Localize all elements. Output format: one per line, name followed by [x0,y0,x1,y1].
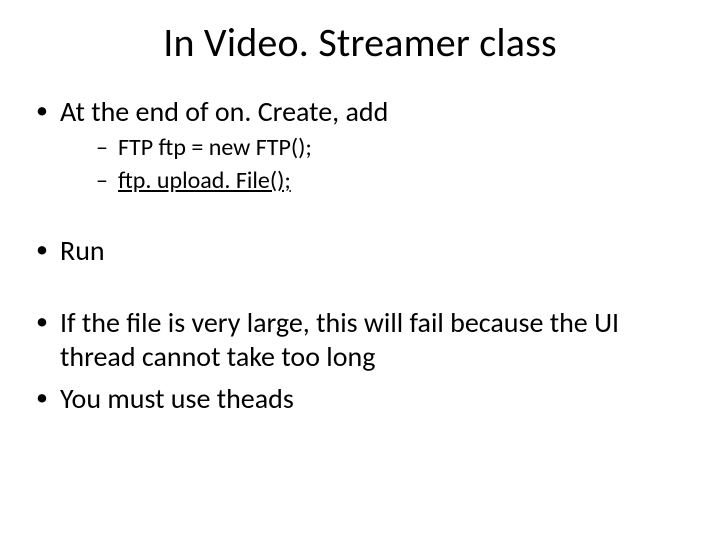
bullet-3-text: If the file is very large, this will fai… [60,305,619,374]
bullet-1-text: At the end of on. Create, add [60,94,388,129]
slide-title: In Video. Streamer class [30,18,690,67]
bullet-4: You must use theads [30,382,690,416]
bullet-1-sub-2: ftp. upload. File(); [96,166,690,195]
slide: In Video. Streamer class At the end of o… [0,0,720,540]
slide-body: At the end of on. Create, add FTP ftp = … [30,95,690,416]
bullet-2-text: Run [60,233,105,268]
spacer [30,276,690,306]
bullet-3: If the file is very large, this will fai… [30,306,690,374]
spacer [30,204,690,234]
bullet-4-text: You must use theads [60,381,294,416]
bullet-1-sub-1-text: FTP ftp = new FTP(); [118,133,312,162]
bullet-1: At the end of on. Create, add FTP ftp = … [30,95,690,196]
bullet-1-sub-2-text: ftp. upload. File(); [118,166,291,195]
bullet-1-sub-1: FTP ftp = new FTP(); [96,133,690,162]
bullet-2: Run [30,234,690,268]
bullet-1-sublist: FTP ftp = new FTP(); ftp. upload. File()… [60,133,690,196]
